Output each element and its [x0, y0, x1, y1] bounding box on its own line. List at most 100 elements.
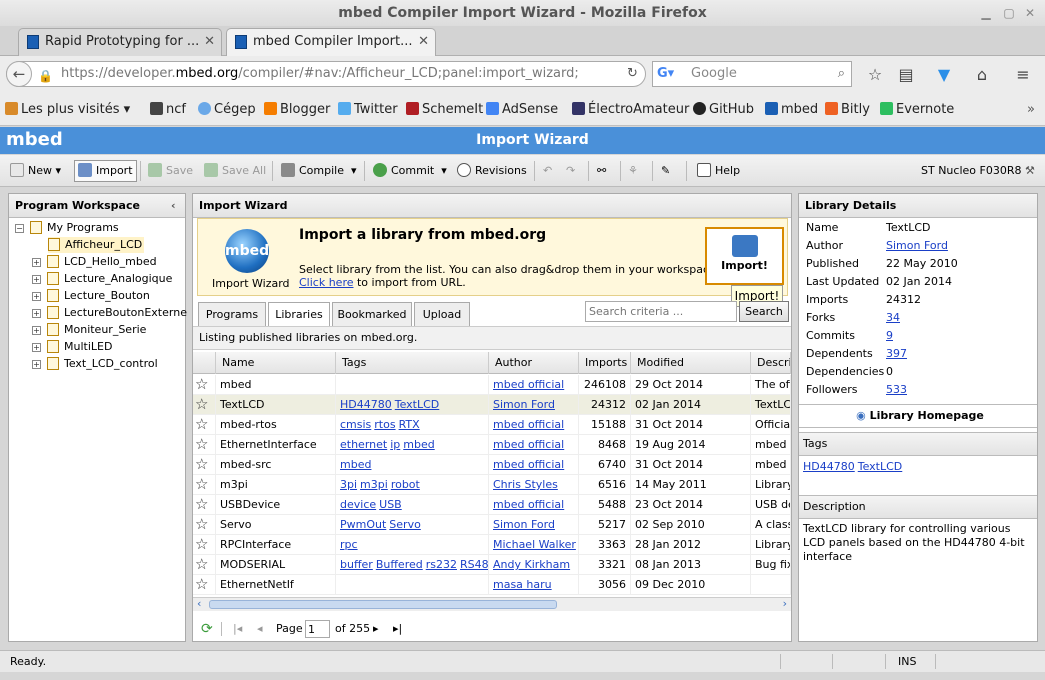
- col-name[interactable]: Name: [216, 352, 336, 374]
- undo-icon[interactable]: ↶: [543, 161, 552, 181]
- author-link[interactable]: mbed official: [493, 378, 564, 391]
- bookmark-star-icon[interactable]: ☆: [193, 575, 216, 595]
- detail-value[interactable]: 34: [886, 310, 900, 326]
- save-all-button[interactable]: Save All: [204, 161, 266, 181]
- maximize-icon[interactable]: ▢: [1000, 4, 1018, 22]
- minimize-icon[interactable]: ▁: [977, 4, 995, 22]
- author-link[interactable]: Michael Walker: [493, 538, 576, 551]
- bookmark-star-icon[interactable]: ☆: [193, 455, 216, 475]
- tag-link[interactable]: 3pi: [340, 478, 357, 491]
- table-row[interactable]: ☆ EthernetNetIf masa haru 3056 09 Dec 2010: [193, 575, 791, 595]
- tag-link[interactable]: TextLCD: [395, 398, 440, 411]
- bookmark-evernote[interactable]: Evernote: [880, 102, 954, 117]
- tag-link[interactable]: buffer: [340, 558, 373, 571]
- tag-link[interactable]: robot: [391, 478, 420, 491]
- author-link[interactable]: mbed official: [493, 498, 564, 511]
- col-imports[interactable]: Imports: [579, 352, 631, 374]
- detail-value[interactable]: 533: [886, 382, 907, 398]
- author-link[interactable]: Andy Kirkham: [493, 558, 570, 571]
- binoculars-icon[interactable]: ⚯: [597, 161, 606, 181]
- author-link[interactable]: masa haru: [493, 578, 552, 591]
- new-button[interactable]: New ▾: [10, 161, 61, 181]
- back-arrow-icon[interactable]: ←: [6, 61, 32, 87]
- next-page-icon[interactable]: ▸: [373, 616, 379, 642]
- tag-link[interactable]: device: [340, 498, 376, 511]
- tree-item[interactable]: + Lecture_Bouton: [32, 288, 150, 304]
- bookmark-star-icon[interactable]: ☆: [193, 555, 216, 575]
- search-button[interactable]: Search: [739, 301, 789, 322]
- help-button[interactable]: Help: [697, 161, 740, 181]
- star-bookmark-icon[interactable]: ☆: [865, 66, 885, 84]
- bookmark-star-icon[interactable]: ☆: [193, 475, 216, 495]
- bookmark-most-visited[interactable]: Les plus visités ▾: [5, 102, 130, 117]
- author-link[interactable]: mbed official: [493, 418, 564, 431]
- bookmark-star-icon[interactable]: ☆: [193, 535, 216, 555]
- tag-link[interactable]: Servo: [389, 518, 421, 531]
- tab-upload[interactable]: Upload: [414, 302, 470, 326]
- browser-tab-1[interactable]: Rapid Prototyping for ... ✕: [18, 28, 222, 56]
- close-tab-icon[interactable]: ✕: [204, 29, 215, 55]
- tree-item[interactable]: + Moniteur_Serie: [32, 322, 146, 338]
- tab-bookmarked[interactable]: Bookmarked: [332, 302, 412, 326]
- tag-link[interactable]: rpc: [340, 538, 358, 551]
- click-here-link[interactable]: Click here: [299, 276, 354, 289]
- tag-link[interactable]: ip: [390, 438, 400, 451]
- author-link[interactable]: Simon Ford: [493, 398, 555, 411]
- table-row[interactable]: ☆ m3pi 3pi m3pi robot Chris Styles 6516 14 May …: [193, 475, 791, 495]
- tag-link[interactable]: RS485: [460, 558, 488, 571]
- save-button[interactable]: Save: [148, 161, 193, 181]
- table-row[interactable]: ☆ EthernetInterface ethernet ip mbed mbed off…: [193, 435, 791, 455]
- table-row[interactable]: ☆ Servo PwmOut Servo Simon Ford 5217 02 Sep 20…: [193, 515, 791, 535]
- home-icon[interactable]: ⌂: [972, 66, 992, 84]
- tag-link[interactable]: Buffered: [376, 558, 423, 571]
- bookmark-star-icon[interactable]: ☆: [193, 515, 216, 535]
- col-author[interactable]: Author: [489, 352, 579, 374]
- redo-icon[interactable]: ↷: [566, 161, 575, 181]
- tree-item[interactable]: + MultiLED: [32, 339, 112, 355]
- menu-icon[interactable]: ≡: [1013, 66, 1033, 84]
- close-tab-icon[interactable]: ✕: [418, 29, 429, 55]
- bookmark-mbed[interactable]: mbed: [765, 102, 818, 117]
- table-row[interactable]: ☆ TextLCD HD44780 TextLCD Simon Ford 24312 02 …: [193, 395, 791, 415]
- bookmark-cegep[interactable]: Cégep: [198, 102, 256, 117]
- magic-wand-icon[interactable]: ✎: [661, 161, 670, 181]
- browser-tab-2[interactable]: mbed Compiler Import... ✕: [226, 28, 436, 56]
- refresh-icon[interactable]: ⟳: [201, 616, 213, 642]
- bookmark-star-icon[interactable]: ☆: [193, 395, 216, 415]
- compile-button[interactable]: Compile ▾: [281, 161, 357, 181]
- tag-link[interactable]: cmsis: [340, 418, 371, 431]
- col-tags[interactable]: Tags: [336, 352, 489, 374]
- bookmark-ncf[interactable]: ncf: [150, 102, 186, 117]
- tag-link[interactable]: ethernet: [340, 438, 387, 451]
- tree-item[interactable]: + LCD_Hello_mbed: [32, 254, 157, 270]
- revisions-button[interactable]: Revisions: [457, 161, 527, 181]
- platform-selector[interactable]: ST Nucleo F030R8 ⚒: [921, 161, 1035, 181]
- tag-link[interactable]: HD44780: [803, 460, 855, 473]
- library-homepage-button[interactable]: ◉ Library Homepage: [799, 404, 1037, 428]
- table-row[interactable]: ☆ mbed mbed official 246108 29 Oct 2014 The o…: [193, 375, 791, 395]
- table-row[interactable]: ☆MODSERIALbufferBufferedrs232RS485S Andy …: [193, 555, 791, 575]
- tag-link[interactable]: TextLCD: [858, 460, 903, 473]
- tag-link[interactable]: RTX: [399, 418, 420, 431]
- tag-link[interactable]: rs232: [426, 558, 457, 571]
- bookmarks-overflow-icon[interactable]: »: [1027, 102, 1035, 117]
- detail-value[interactable]: 9: [886, 328, 893, 344]
- table-row[interactable]: ☆ USBDevice device USB mbed official 5488 23 O…: [193, 495, 791, 515]
- author-link[interactable]: Simon Ford: [493, 518, 555, 531]
- tag-link[interactable]: rtos: [374, 418, 395, 431]
- tag-link[interactable]: mbed: [403, 438, 434, 451]
- tab-libraries[interactable]: Libraries: [268, 302, 330, 327]
- tree-root[interactable]: − My Programs: [15, 220, 119, 236]
- reload-icon[interactable]: ↻: [627, 66, 638, 81]
- detail-value[interactable]: 397: [886, 346, 907, 362]
- tree-item[interactable]: + Lecture_Analogique: [32, 271, 172, 287]
- prev-page-icon[interactable]: ◂: [257, 616, 263, 642]
- scroll-left-icon[interactable]: ‹: [197, 597, 201, 610]
- bookmark-star-icon[interactable]: ☆: [193, 435, 216, 455]
- collapse-icon[interactable]: ‹: [171, 194, 176, 217]
- col-modified[interactable]: Modified: [631, 352, 751, 374]
- first-page-icon[interactable]: |◂: [233, 616, 242, 642]
- bookmark-adsense[interactable]: AdSense: [486, 102, 558, 117]
- bookmark-star-icon[interactable]: ☆: [193, 415, 216, 435]
- table-row[interactable]: ☆ mbed-src mbed mbed official 6740 31 Oct 201…: [193, 455, 791, 475]
